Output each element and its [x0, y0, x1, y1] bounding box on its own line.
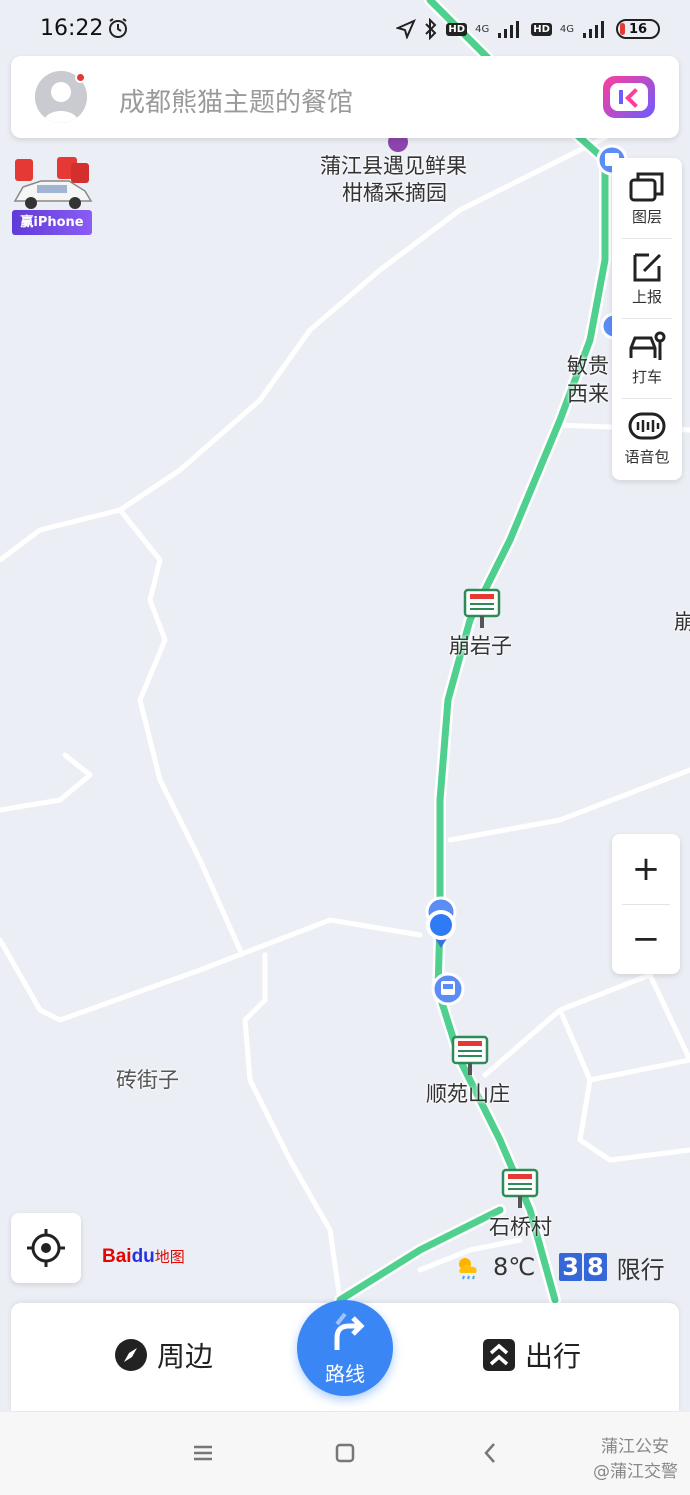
nearby-button[interactable]: 周边 [113, 1333, 213, 1377]
battery-icon: 16 [616, 19, 660, 39]
promo-label: 赢iPhone [12, 210, 92, 235]
notification-dot [75, 72, 86, 83]
status-bar: 16:22 HD 4G HD 4G 16 [0, 0, 690, 60]
route-button[interactable]: 路线 [297, 1300, 393, 1396]
compass-icon [115, 1339, 147, 1371]
watermark-line1: 蒲江公安 [601, 1437, 669, 1457]
signal-icon [498, 21, 520, 38]
promo-banner[interactable]: 赢iPhone [11, 155, 93, 235]
report-label: 上报 [631, 288, 662, 306]
back-nav-icon[interactable] [476, 1438, 506, 1468]
location-arrow-icon [396, 19, 417, 39]
route-label: 路线 [325, 1362, 365, 1386]
village-label-zhuanjiezi: 砖街子 [116, 1068, 179, 1092]
voice-pack-button[interactable]: 语音包 [612, 398, 682, 478]
status-time: 16:22 [40, 16, 104, 41]
toll-label-bengyanzi[interactable]: 崩岩子 [449, 630, 512, 660]
menu-nav-icon[interactable] [188, 1438, 218, 1468]
zoom-in-button[interactable]: + [612, 834, 680, 904]
voice-pack-label: 语音包 [624, 448, 670, 466]
car-promo-icon [13, 157, 93, 209]
limit-digit: 3 [559, 1253, 582, 1281]
travel-button[interactable]: 出行 [481, 1333, 581, 1377]
logo-text-du: du [131, 1246, 155, 1267]
taxi-label: 打车 [631, 368, 662, 386]
bus-stop-icon[interactable] [431, 972, 465, 1006]
status-icons: HD 4G HD 4G 16 [396, 14, 660, 44]
cloudy-rain-icon [459, 1258, 477, 1280]
taxi-button[interactable]: 打车 [612, 318, 682, 398]
place-label-edge: 崩 [674, 610, 690, 634]
poi-orchard-label-line1[interactable]: 蒲江县遇见鲜果 [320, 150, 467, 180]
home-nav-icon[interactable] [330, 1438, 360, 1468]
travel-label: 出行 [525, 1340, 582, 1373]
watermark: 蒲江公安 @蒲江交警 [565, 1432, 690, 1492]
logo-text-bai: Bai [102, 1246, 132, 1267]
baidu-map-logo: Baidu地图 [102, 1246, 212, 1282]
weather-widget[interactable]: 8℃ 3 8 限行 [455, 1250, 665, 1284]
zoom-out-button[interactable]: − [612, 904, 680, 974]
search-bar[interactable]: 成都熊猫主题的餐馆 [11, 56, 679, 138]
route-turn-icon [334, 1312, 365, 1350]
bluetooth-icon [425, 18, 437, 40]
place-label-mingui: 敏贵 [567, 354, 609, 378]
logo-text-map: 地图 [154, 1249, 185, 1266]
network-type: 4G [475, 23, 490, 35]
voice-assistant-icon[interactable] [603, 76, 655, 118]
hd-badge: HD [446, 22, 468, 36]
taxi-icon [629, 331, 666, 360]
travel-icon [483, 1339, 515, 1371]
zoom-control: + − [612, 834, 680, 974]
voice-pack-icon [628, 412, 666, 440]
toll-label-shiqiaocun[interactable]: 石桥村 [489, 1211, 552, 1241]
poi-orchard-label-line2[interactable]: 柑橘采摘园 [342, 177, 447, 207]
signal-icon [583, 21, 604, 38]
map-toolbar: 图层 上报 打车 语音包 [612, 158, 682, 480]
alarm-icon [109, 18, 127, 38]
locate-me-button[interactable] [11, 1213, 81, 1283]
traffic-limit-label: 限行 [616, 1255, 665, 1284]
report-button[interactable]: 上报 [612, 238, 682, 318]
report-edit-icon [633, 253, 662, 282]
layers-label: 图层 [631, 208, 662, 226]
battery-level: 16 [628, 21, 648, 37]
traffic-limit-numbers: 3 8 [559, 1253, 607, 1281]
layers-button[interactable]: 图层 [612, 158, 682, 238]
layers-icon [629, 172, 664, 202]
hd-badge: HD [531, 22, 552, 36]
place-label-xilai: 西来 [567, 382, 609, 406]
nearby-label: 周边 [157, 1340, 214, 1373]
toll-label-shunyuan[interactable]: 顺苑山庄 [426, 1078, 510, 1108]
network-type: 4G [559, 23, 574, 35]
crosshair-icon [27, 1229, 65, 1267]
watermark-line2: @蒲江交警 [593, 1462, 678, 1482]
search-input[interactable]: 成都熊猫主题的餐馆 [119, 82, 353, 119]
limit-digit: 8 [583, 1253, 607, 1281]
temperature: 8℃ [493, 1253, 536, 1281]
